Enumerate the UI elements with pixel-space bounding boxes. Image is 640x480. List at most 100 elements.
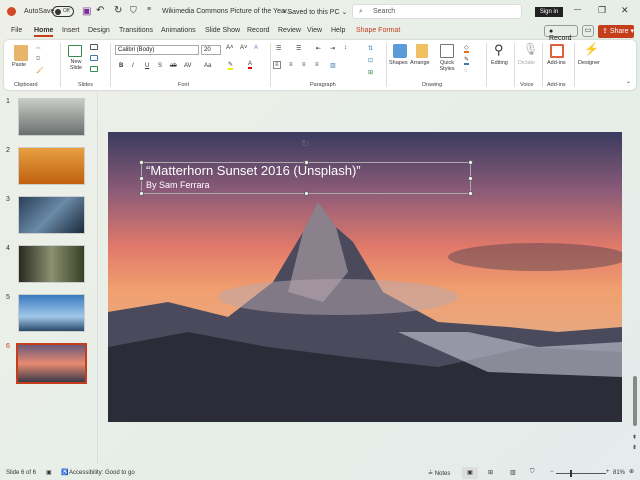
redo-icon[interactable]: ↻ <box>114 5 122 16</box>
layout-icon[interactable] <box>90 44 98 50</box>
new-slide-label[interactable]: New Slide <box>66 59 86 71</box>
slide-thumbnail-1[interactable] <box>18 98 85 136</box>
zoom-slider-thumb[interactable] <box>570 470 572 477</box>
slide-thumbnail-2[interactable] <box>18 147 85 185</box>
tab-file[interactable]: File <box>11 27 22 34</box>
section-icon[interactable] <box>90 66 98 72</box>
autosave-toggle[interactable]: Off <box>52 6 74 17</box>
vertical-scrollbar[interactable]: ⇞ ⇟ <box>632 98 638 458</box>
bold-button[interactable]: B <box>119 63 123 69</box>
arrange-icon[interactable] <box>416 44 428 58</box>
zoom-level[interactable]: 81% <box>613 470 625 476</box>
shape-effects-icon[interactable]: ◌ <box>464 68 468 74</box>
align-center-icon[interactable]: ≡ <box>289 62 293 68</box>
collapse-ribbon-icon[interactable]: ⌄ <box>626 78 631 85</box>
notes-button[interactable]: ≟ Notes <box>428 470 450 477</box>
designer-label[interactable]: Designer <box>578 60 600 66</box>
slide-thumbnail-6[interactable] <box>16 343 87 384</box>
zoom-slider[interactable] <box>556 473 606 474</box>
close-icon[interactable]: ✕ <box>621 5 629 16</box>
cut-icon[interactable]: ✂ <box>36 45 41 52</box>
tab-slide-show[interactable]: Slide Show <box>205 27 240 34</box>
line-spacing-icon[interactable]: ↕ <box>344 45 347 51</box>
comments-icon[interactable]: ▭ <box>582 25 594 37</box>
tab-insert[interactable]: Insert <box>62 27 80 34</box>
quick-styles-label[interactable]: Quick Styles <box>434 60 460 72</box>
tab-help[interactable]: Help <box>331 27 345 34</box>
slideshow-icon[interactable]: ⛉ <box>530 469 535 476</box>
arrange-label[interactable]: Arrange <box>410 60 430 66</box>
share-button[interactable]: ⇪ Share ▾ <box>598 25 634 38</box>
shadow-button[interactable]: S <box>158 63 162 69</box>
add-ins-icon[interactable] <box>550 44 564 58</box>
smartart-icon[interactable]: ⊞ <box>368 69 373 76</box>
search-input[interactable]: ⌕ Search <box>352 4 522 19</box>
highlight-icon[interactable]: ✎ <box>228 61 234 70</box>
font-name-dropdown[interactable]: Calibri (Body) <box>115 45 199 55</box>
search-editing-icon[interactable]: ⚲ <box>494 42 504 58</box>
selected-textbox[interactable] <box>139 160 473 196</box>
tab-design[interactable]: Design <box>88 27 110 34</box>
paste-icon[interactable] <box>14 45 28 61</box>
accessibility-status[interactable]: Accessibility: Good to go <box>69 470 135 476</box>
tab-animations[interactable]: Animations <box>161 27 196 34</box>
justify-icon[interactable]: ≡ <box>315 62 319 68</box>
tab-home[interactable]: Home <box>34 27 54 37</box>
record-button[interactable]: ● Record <box>544 25 578 42</box>
shape-fill-icon[interactable]: ◇ <box>464 44 469 53</box>
spelling-icon[interactable]: ▣ <box>46 469 52 476</box>
reset-icon[interactable] <box>90 55 98 61</box>
copy-icon[interactable]: ⧉ <box>36 56 40 63</box>
slide-thumbnail-5[interactable] <box>18 294 85 332</box>
undo-icon[interactable]: ↶ <box>96 5 104 16</box>
columns-icon[interactable]: ▥ <box>330 62 336 69</box>
slide-thumbnail-3[interactable] <box>18 196 85 234</box>
present-icon[interactable]: ⛉ <box>130 5 137 16</box>
align-text-icon[interactable]: ⊡ <box>368 57 373 64</box>
dictate-label[interactable]: Dictate <box>518 60 535 66</box>
designer-icon[interactable]: ⚡ <box>584 42 599 56</box>
spacing-icon[interactable]: AV <box>184 63 192 69</box>
bullets-icon[interactable]: ☰ <box>276 45 281 52</box>
normal-view-icon[interactable]: ▣ <box>462 467 478 479</box>
accessibility-icon[interactable]: ♿ <box>61 469 68 476</box>
shapes-icon[interactable] <box>393 44 407 58</box>
add-ins-label[interactable]: Add-ins <box>547 60 566 66</box>
fit-slide-icon[interactable]: ⊕ <box>629 468 634 475</box>
increase-font-icon[interactable]: A˄ <box>226 45 234 51</box>
sign-in-button[interactable]: Sign in <box>535 7 563 17</box>
microphone-icon[interactable]: 🎙 <box>523 42 538 56</box>
clear-format-icon[interactable]: A <box>254 45 258 51</box>
minimize-icon[interactable]: — <box>574 6 581 13</box>
reading-view-icon[interactable]: ▥ <box>510 469 516 476</box>
strikethrough-icon[interactable]: ab <box>170 63 177 69</box>
shape-outline-icon[interactable]: ✎ <box>464 56 470 65</box>
font-color-icon[interactable]: A <box>248 61 253 69</box>
save-icon[interactable]: ▣ <box>82 6 91 17</box>
scrollbar-thumb[interactable] <box>633 376 637 426</box>
tab-review[interactable]: Review <box>278 27 301 34</box>
change-case-icon[interactable]: Aa <box>204 63 211 69</box>
new-slide-icon[interactable] <box>68 45 82 57</box>
customize-icon[interactable]: ≡ <box>147 6 151 13</box>
format-painter-icon[interactable]: 🖌 <box>36 67 44 74</box>
editing-label[interactable]: Editing <box>491 60 508 66</box>
prev-slide-icon[interactable]: ⇞ <box>632 434 637 441</box>
paste-label[interactable]: Paste <box>12 62 26 68</box>
tab-view[interactable]: View <box>307 27 322 34</box>
tab-shape-format[interactable]: Shape Format <box>356 27 400 34</box>
shapes-label[interactable]: Shapes <box>389 60 408 66</box>
zoom-out-icon[interactable]: − <box>550 469 554 475</box>
underline-button[interactable]: U <box>145 63 149 69</box>
decrease-font-icon[interactable]: A˅ <box>240 45 248 51</box>
text-direction-icon[interactable]: ⇅ <box>368 45 373 52</box>
quick-styles-icon[interactable] <box>440 44 454 58</box>
align-right-icon[interactable]: ≡ <box>302 62 306 68</box>
save-status[interactable]: • Saved to this PC ⌄ <box>283 8 347 16</box>
restore-icon[interactable]: ❐ <box>598 5 606 16</box>
tab-record[interactable]: Record <box>247 27 270 34</box>
rotate-handle-icon[interactable]: ↻ <box>301 139 309 150</box>
increase-indent-icon[interactable]: ⇥ <box>330 45 335 52</box>
next-slide-icon[interactable]: ⇟ <box>632 444 637 451</box>
italic-button[interactable]: I <box>132 63 134 69</box>
